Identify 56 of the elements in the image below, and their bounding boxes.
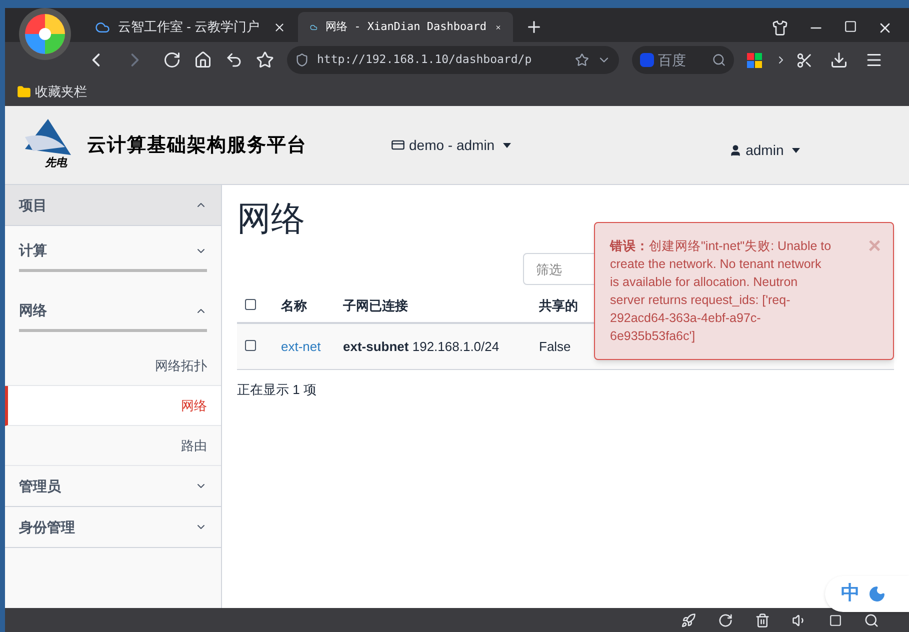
- close-icon[interactable]: [273, 20, 286, 34]
- address-bar[interactable]: http://192.168.1.10/dashboard/p: [287, 46, 619, 74]
- sidebar-link[interactable]: 路由: [5, 426, 221, 466]
- column-header: 名称: [281, 298, 307, 313]
- logo-text: 先电: [45, 155, 67, 171]
- select-all-checkbox[interactable]: [245, 298, 256, 310]
- refresh-icon[interactable]: [718, 612, 733, 628]
- moon-icon[interactable]: [868, 585, 886, 603]
- alert-message: 错误：创建网络"int-net"失败: Unable to create the network. No tenant network is available for allocation. Neutron server returns request_ids: ['req-292acd64-363a-4ebf-a97c-6e935b53fa6c']: [610, 238, 832, 345]
- url-text: http://192.168.1.10/dashboard/p: [317, 51, 533, 68]
- window-icon[interactable]: [829, 614, 842, 626]
- project-menu[interactable]: demo - admin: [391, 134, 511, 156]
- menu-icon[interactable]: [865, 51, 883, 69]
- table-cell: False: [539, 338, 571, 354]
- platform-title: 云计算基础架构服务平台: [87, 132, 307, 158]
- download-icon[interactable]: [830, 51, 848, 69]
- scissors-icon[interactable]: [796, 52, 813, 68]
- star-icon[interactable]: [575, 53, 589, 67]
- row-checkbox[interactable]: [245, 340, 256, 350]
- card-icon: [391, 138, 405, 152]
- column-header: 共享的: [539, 298, 578, 313]
- rocket-icon[interactable]: [681, 612, 696, 628]
- undo-icon[interactable]: [225, 51, 243, 69]
- item-count: 正在显示 1 项: [237, 380, 318, 398]
- sidebar-link[interactable]: 网络: [5, 386, 221, 426]
- page-title: 网络: [237, 199, 306, 240]
- search-icon[interactable]: [712, 53, 726, 67]
- reload-icon[interactable]: [163, 51, 181, 69]
- bookmark-folder[interactable]: 收藏夹栏: [17, 82, 87, 102]
- user-icon: [728, 144, 742, 156]
- new-tab-icon[interactable]: [525, 18, 543, 36]
- table-cell: ext-subnet 192.168.1.0/24: [343, 323, 539, 369]
- sidebar-section[interactable]: 身份管理: [5, 507, 221, 548]
- tab-title: 网络 - XianDian Dashboard: [325, 18, 487, 35]
- sidebar-group[interactable]: 网络: [19, 300, 207, 332]
- tab-title: 云智工作室 - 云教学门户: [118, 18, 261, 36]
- search-placeholder: 百度: [658, 50, 687, 70]
- sidebar-section[interactable]: 管理员: [5, 466, 221, 507]
- skin-icon[interactable]: [772, 20, 788, 36]
- maximize-icon[interactable]: [844, 20, 857, 33]
- shield-icon: [295, 53, 309, 67]
- user-menu[interactable]: admin: [728, 140, 800, 160]
- cloud-icon: [95, 20, 110, 34]
- folder-icon: [17, 85, 31, 99]
- network-link[interactable]: ext-net: [281, 338, 321, 354]
- sidebar-group[interactable]: 计算: [19, 240, 207, 272]
- column-header: 子网已连接: [343, 298, 408, 313]
- browser-tab[interactable]: 云智工作室 - 云教学门户: [83, 12, 298, 42]
- search-field[interactable]: 百度: [632, 46, 734, 74]
- home-icon[interactable]: [194, 51, 212, 69]
- trash-icon[interactable]: [755, 612, 770, 628]
- favorite-icon[interactable]: [256, 51, 274, 69]
- browser-tab[interactable]: 网络 - XianDian Dashboard: [298, 12, 513, 42]
- zoom-icon[interactable]: [864, 612, 879, 628]
- sidebar-section[interactable]: 项目: [5, 185, 221, 226]
- apps-icon[interactable]: [747, 52, 762, 68]
